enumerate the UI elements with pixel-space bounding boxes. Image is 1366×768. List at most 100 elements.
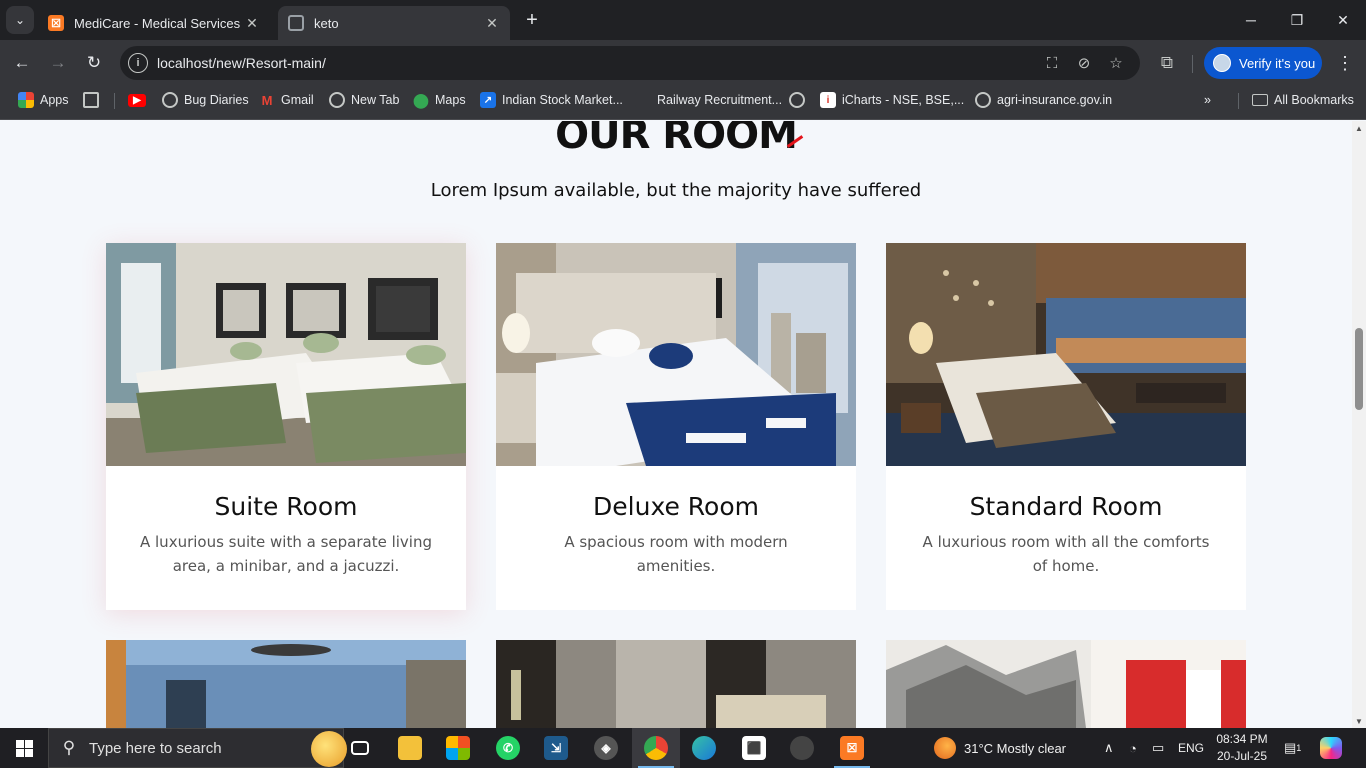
notifications-button[interactable]: ▤ 1 — [1284, 728, 1301, 768]
room-card[interactable] — [106, 640, 466, 728]
forward-button[interactable]: → — [44, 49, 72, 77]
youtube-icon: ▶ — [128, 93, 146, 107]
scroll-down-icon[interactable]: ▼ — [1352, 714, 1366, 728]
all-bookmarks-label: All Bookmarks — [1274, 93, 1354, 107]
copilot-button[interactable] — [1320, 728, 1342, 768]
grid-icon — [83, 92, 99, 108]
globe-icon — [288, 15, 304, 31]
restore-icon: ❐ — [1290, 11, 1304, 28]
xampp-button[interactable]: ☒ — [828, 728, 876, 768]
bookmark-bug-diaries[interactable]: Bug Diaries — [162, 86, 249, 114]
icharts-icon: i — [820, 92, 836, 108]
whatsapp-button[interactable]: ✆ — [484, 728, 532, 768]
back-button[interactable]: ← — [8, 49, 36, 77]
battery-icon[interactable]: ▭ — [1152, 728, 1164, 768]
app-button[interactable]: ◈ — [582, 728, 630, 768]
tab-keto[interactable]: keto ✕ — [278, 6, 510, 40]
bookmark-railway[interactable]: Railway Recruitment... — [635, 86, 782, 114]
bookmark-globe[interactable] — [789, 86, 811, 114]
weather-icon — [934, 737, 956, 759]
app-button[interactable] — [778, 728, 826, 768]
app-button[interactable]: ⬛ — [730, 728, 778, 768]
tab-medicare[interactable]: ☒ MediCare - Medical Services ✕ — [38, 6, 270, 40]
tab-title: MediCare - Medical Services — [74, 15, 241, 31]
room-card[interactable] — [496, 640, 856, 728]
arrow-left-icon: ← — [13, 53, 31, 72]
bookmark-gmail[interactable]: M Gmail — [259, 86, 314, 114]
new-tab-button[interactable]: + — [520, 8, 544, 32]
bookmark-label: agri-insurance.gov.in — [997, 93, 1113, 107]
browser-toolbar: ← → ↻ i localhost/new/Resort-main/ ⛶ ⊘ ☆… — [0, 40, 1366, 86]
room-card-deluxe[interactable]: Deluxe Room A spacious room with modern … — [496, 243, 856, 610]
tab-search-button[interactable]: ⌄ — [6, 6, 34, 34]
file-explorer-button[interactable] — [386, 728, 434, 768]
room-image — [496, 640, 856, 728]
bookmark-maps[interactable]: ⬤ Maps — [413, 86, 465, 114]
room-card[interactable] — [886, 640, 1246, 728]
verify-profile-button[interactable]: Verify it's you — [1204, 47, 1322, 79]
start-button[interactable] — [0, 728, 48, 768]
edge-icon — [692, 736, 716, 760]
taskbar-clock[interactable]: 08:34 PM 20-Jul-25 — [1210, 731, 1274, 765]
bookmark-youtube[interactable]: ▶ — [128, 86, 152, 114]
bookmark-icharts[interactable]: i iCharts - NSE, BSE,... — [820, 86, 964, 114]
room-card-standard[interactable]: Standard Room A luxurious room with all … — [886, 243, 1246, 610]
room-name: Deluxe Room — [593, 492, 759, 521]
bookmark-label: New Tab — [351, 93, 400, 107]
ms-store-button[interactable] — [434, 728, 482, 768]
page-scrollbar[interactable]: ▲ ▼ — [1352, 121, 1366, 728]
bookmark-label: Gmail — [281, 93, 314, 107]
site-info-icon[interactable]: i — [128, 53, 148, 73]
bookmark-label: Bug Diaries — [184, 93, 249, 107]
arrow-right-icon: → — [49, 53, 67, 72]
network-icon[interactable]: ◔ — [1129, 728, 1137, 768]
language-indicator[interactable]: ENG — [1178, 728, 1204, 768]
star-icon[interactable]: ☆ — [1106, 53, 1126, 73]
all-bookmarks-button[interactable]: All Bookmarks — [1252, 86, 1354, 114]
reload-icon: ↻ — [86, 53, 102, 72]
minimize-button[interactable]: ─ — [1228, 0, 1274, 40]
edge-button[interactable] — [680, 728, 728, 768]
weather-widget[interactable]: 31°C Mostly clear — [934, 728, 1066, 768]
windows-taskbar: ⚲ Type here to search ✆ ⇲ ◈ ⬛ ☒ 31°C Mos… — [0, 728, 1366, 768]
close-icon: ✕ — [1337, 11, 1349, 28]
extensions-icon[interactable]: ⧉ — [1155, 49, 1179, 77]
notification-count: 1 — [1296, 743, 1302, 753]
bookmark-apps[interactable]: Apps — [18, 86, 69, 114]
room-description: A spacious room with modern amenities. — [564, 533, 788, 575]
more-bookmarks-button[interactable]: » — [1204, 86, 1211, 114]
url-text[interactable]: localhost/new/Resort-main/ — [157, 55, 326, 71]
eye-off-icon[interactable]: ⊘ — [1074, 53, 1094, 73]
room-card-suite[interactable]: Suite Room A luxurious suite with a sepa… — [106, 243, 466, 610]
bookmark-grid[interactable] — [83, 86, 105, 114]
verify-label: Verify it's you — [1239, 55, 1316, 71]
task-view-button[interactable] — [336, 728, 384, 768]
globe-icon — [790, 736, 814, 760]
task-view-icon — [351, 741, 369, 755]
app-button[interactable]: ⇲ — [532, 728, 580, 768]
close-window-button[interactable]: ✕ — [1320, 0, 1366, 40]
reload-button[interactable]: ↻ — [80, 49, 108, 77]
chrome-button[interactable] — [632, 728, 680, 768]
restore-button[interactable]: ❐ — [1274, 0, 1320, 40]
search-placeholder: Type here to search — [89, 739, 222, 757]
taskbar-search[interactable]: ⚲ Type here to search — [48, 728, 347, 768]
divider — [114, 93, 115, 109]
close-icon[interactable]: ✕ — [484, 15, 500, 32]
bookmark-stock-market[interactable]: ↗ Indian Stock Market... — [480, 86, 623, 114]
close-icon[interactable]: ✕ — [244, 15, 260, 32]
page-title: OUR ROOM — [555, 121, 798, 158]
translate-icon[interactable]: ⛶ — [1042, 53, 1062, 73]
room-image — [106, 243, 466, 466]
scrollbar-thumb[interactable] — [1355, 328, 1363, 410]
folder-icon — [1252, 94, 1268, 106]
app-icon: ◈ — [594, 736, 618, 760]
app-icon: ⇲ — [544, 736, 568, 760]
scroll-up-icon[interactable]: ▲ — [1352, 121, 1366, 135]
bookmark-new-tab[interactable]: New Tab — [329, 86, 399, 114]
bookmark-label: Apps — [40, 93, 69, 107]
show-hidden-icons-button[interactable]: ∧ — [1104, 728, 1114, 768]
address-bar[interactable]: i localhost/new/Resort-main/ ⛶ ⊘ ☆ — [120, 46, 1140, 80]
menu-icon[interactable]: ⋮ — [1334, 49, 1356, 77]
bookmark-agri-insurance[interactable]: agri-insurance.gov.in — [975, 86, 1112, 114]
